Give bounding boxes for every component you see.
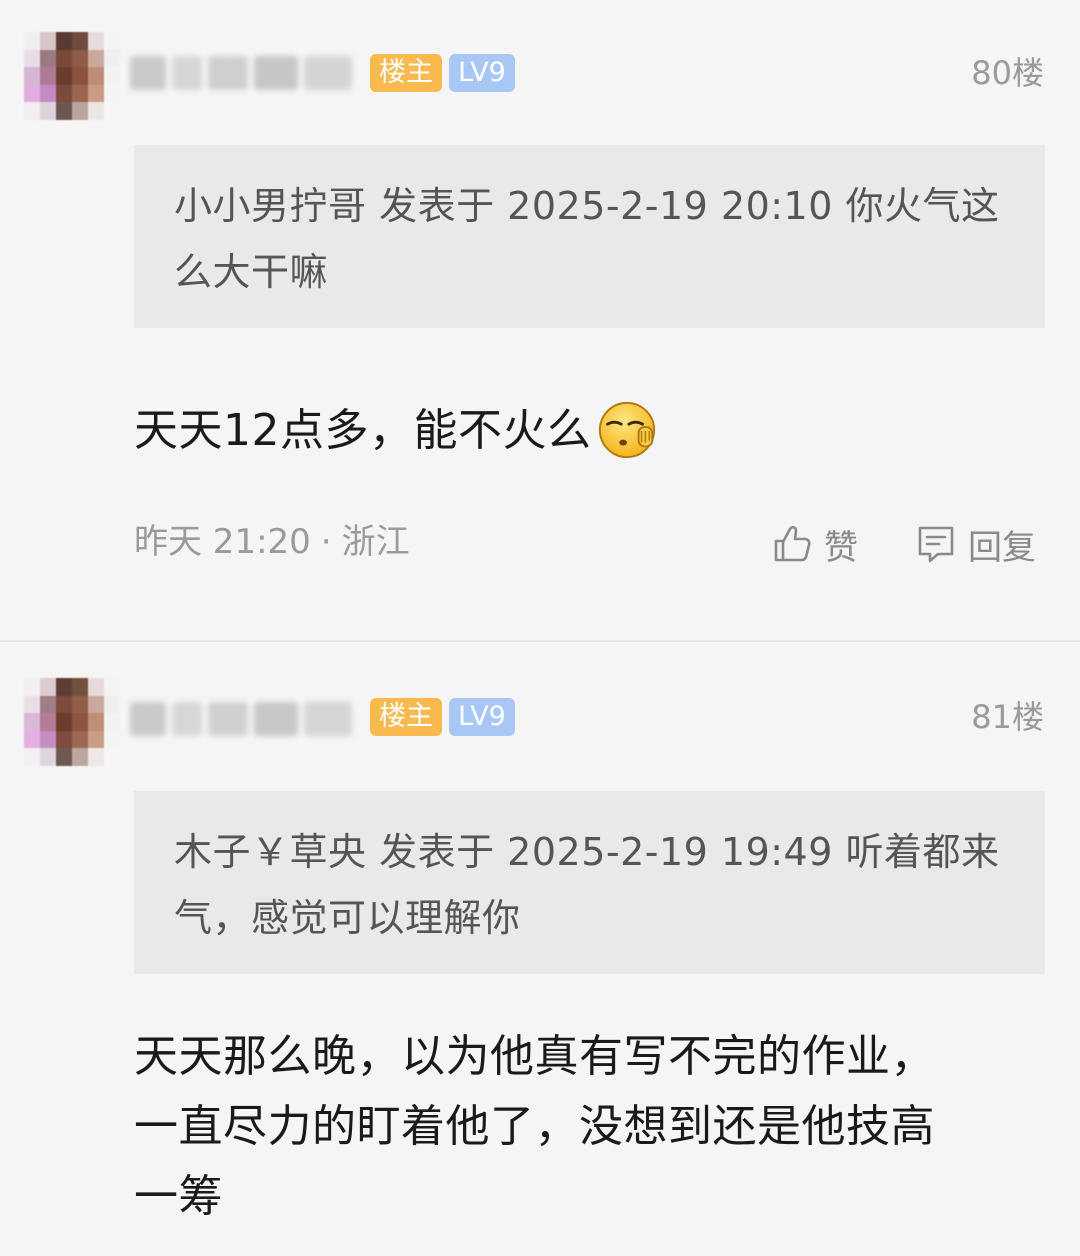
meta-separator: · bbox=[320, 522, 332, 562]
thumbs-up-icon bbox=[774, 525, 811, 562]
comment-line: 一直尽力的盯着他了，没想到还是他技高 bbox=[134, 1101, 935, 1152]
quoted-reply[interactable]: 木子￥草央 发表于 2025-2-19 19:49 听着都来气，感觉可以理解你 bbox=[134, 791, 1045, 974]
username-redacted[interactable] bbox=[130, 692, 360, 746]
squinting-emoji-icon bbox=[598, 401, 655, 459]
comment-post: 楼主 LV9 80楼 小小男拧哥 发表于 2025-2-19 20:10 你火气… bbox=[0, 0, 1080, 640]
avatar[interactable] bbox=[24, 678, 120, 766]
comment-body: 天天那么晚，以为他真有写不完的作业， 一直尽力的盯着他了，没想到还是他技高 一筹 bbox=[134, 1022, 1014, 1232]
post-location: 浙江 bbox=[341, 522, 410, 562]
comment-body: 天天12点多，能不火么 bbox=[134, 396, 1014, 466]
comment-post: 楼主 LV9 81楼 木子￥草央 发表于 2025-2-19 19:49 听着都… bbox=[0, 642, 1080, 1256]
post-meta: 昨天 21:20 · 浙江 bbox=[134, 520, 410, 564]
host-badge: 楼主 bbox=[370, 698, 442, 736]
avatar[interactable] bbox=[24, 32, 120, 120]
quoted-reply[interactable]: 小小男拧哥 发表于 2025-2-19 20:10 你火气这么大干嘛 bbox=[134, 145, 1045, 328]
username-redacted[interactable] bbox=[130, 46, 360, 100]
post-header: 楼主 LV9 81楼 bbox=[0, 674, 1080, 766]
post-time: 昨天 21:20 bbox=[134, 522, 311, 562]
host-badge: 楼主 bbox=[370, 54, 442, 92]
reply-label: 回复 bbox=[968, 527, 1036, 568]
like-label: 赞 bbox=[824, 527, 858, 568]
level-badge: LV9 bbox=[449, 54, 515, 92]
floor-number: 80楼 bbox=[971, 54, 1044, 92]
floor-number: 81楼 bbox=[971, 698, 1044, 736]
comment-icon bbox=[918, 526, 954, 563]
comment-line: 天天那么晚，以为他真有写不完的作业， bbox=[134, 1031, 935, 1082]
like-button[interactable]: 赞 bbox=[770, 522, 858, 568]
comment-text: 天天12点多，能不火么 bbox=[134, 405, 592, 456]
reply-button[interactable]: 回复 bbox=[914, 522, 1036, 568]
level-badge: LV9 bbox=[449, 698, 515, 736]
post-header: 楼主 LV9 80楼 bbox=[0, 28, 1080, 120]
comment-line: 一筹 bbox=[134, 1171, 223, 1222]
